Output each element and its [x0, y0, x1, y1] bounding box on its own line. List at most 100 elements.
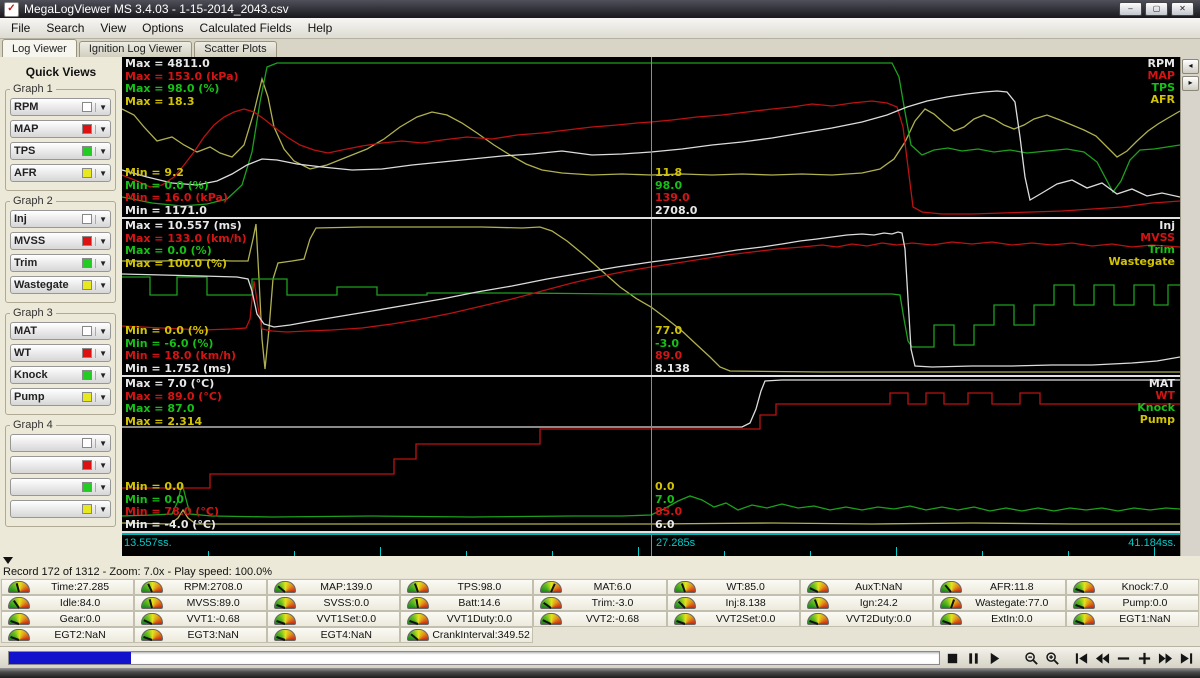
button-step-minus[interactable]: [1115, 650, 1131, 666]
channel-selector-afr[interactable]: AFR ▼: [10, 164, 111, 182]
quickviews-title: Quick Views: [25, 65, 97, 79]
min-label: Min = -4.0 (°C): [125, 517, 216, 531]
scrollbar-arrow-bottom[interactable]: ▸: [1182, 76, 1199, 91]
chevron-down-icon: ▼: [95, 258, 107, 268]
menu-item-view[interactable]: View: [92, 19, 134, 37]
group-label: Graph 4: [10, 419, 56, 431]
gauge-readout: VVT1:-0.68: [186, 613, 240, 625]
button-pause[interactable]: [965, 650, 981, 666]
main-area: Quick Views Graph 1 RPM ▼ MAP ▼ TPS ▼ AFR ▼ Graph…: [0, 57, 1200, 556]
time-axis[interactable]: 13.557ss. 27.285s 41.184ss.: [122, 533, 1180, 556]
tab-log-viewer[interactable]: Log Viewer: [2, 39, 77, 57]
group-graph-1: Graph 1 RPM ▼ MAP ▼ TPS ▼ AFR ▼: [5, 83, 116, 191]
cursor-values: 77.0 -3.0 89.0 8.138: [655, 324, 690, 375]
channel-selector-empty[interactable]: ▼: [10, 434, 111, 452]
tab-scatter-plots[interactable]: Scatter Plots: [194, 41, 277, 57]
gauge-dial-icon: [8, 581, 30, 593]
channel-color-chip: [82, 348, 93, 358]
menu-item-file[interactable]: File: [3, 19, 38, 37]
gauge-wt: WT:85.0: [666, 579, 800, 595]
cursor-value: 77.0: [655, 324, 683, 337]
transport-controls: [944, 650, 1194, 666]
button-step-plus[interactable]: [1136, 650, 1152, 666]
channel-color-chip: [82, 168, 93, 178]
channel-label: WT: [14, 347, 32, 359]
tab-bar: Log Viewer Ignition Log Viewer Scatter Plo…: [0, 39, 1200, 58]
gauge-needle: [148, 599, 154, 609]
channel-selector-empty[interactable]: ▼: [10, 500, 111, 518]
button-stop[interactable]: [944, 650, 960, 666]
channel-label: TPS: [14, 145, 36, 157]
menu-item-search[interactable]: Search: [38, 19, 92, 37]
channel-selector-inj[interactable]: Inj ▼: [10, 210, 111, 228]
gauge-needle: [147, 583, 154, 593]
gauge-readout: AuxT:NaN: [855, 581, 903, 593]
channel-selector-trim[interactable]: Trim ▼: [10, 254, 111, 272]
scrollbar-arrow-top[interactable]: ◂: [1182, 59, 1199, 74]
gauge-readout: Time:27.285: [51, 581, 110, 593]
channel-label: MAP: [14, 123, 39, 135]
close-button[interactable]: ✕: [1171, 2, 1194, 16]
gauge-svss: SVSS:0.0: [267, 595, 401, 611]
gauge-extin: ExtIn:0.0: [932, 611, 1066, 627]
gauge-readout: MAT:6.0: [593, 581, 632, 593]
channel-selector-pump[interactable]: Pump ▼: [10, 388, 111, 406]
button-fast-forward[interactable]: [1157, 650, 1173, 666]
gauge-readout: TPS:98.0: [457, 581, 502, 593]
button-play[interactable]: [986, 650, 1002, 666]
channel-selector-empty[interactable]: ▼: [10, 478, 111, 496]
gauge-gear: Gear:0.0: [1, 611, 135, 627]
chevron-down-icon: ▼: [95, 482, 107, 492]
gauge-dial-icon: [274, 613, 297, 625]
gauge-crankinterval: CrankInterval:349.52: [400, 627, 534, 643]
menu-item-calculated-fields[interactable]: Calculated Fields: [192, 19, 300, 37]
cursor-values: 11.8 98.0 139.0 2708.0: [655, 166, 697, 217]
max-label: Max = 18.3: [125, 94, 195, 108]
button-zoom-out[interactable]: [1023, 650, 1039, 666]
button-rewind[interactable]: [1094, 650, 1110, 666]
vertical-scrollbar[interactable]: ◂ ▸: [1180, 57, 1200, 556]
min-label: Min = 1.752 (ms): [125, 361, 232, 375]
channel-selector-wt[interactable]: WT ▼: [10, 344, 111, 362]
gauge-needle: [276, 603, 286, 609]
channel-selector-rpm[interactable]: RPM ▼: [10, 98, 111, 116]
channel-label: Trim: [14, 257, 38, 269]
channel-label: Wastegate: [14, 279, 69, 291]
channel-selector-tps[interactable]: TPS ▼: [10, 142, 111, 160]
gauge-needle: [1075, 587, 1085, 593]
cursor-line: [651, 57, 652, 217]
maximize-button[interactable]: ▢: [1145, 2, 1168, 16]
gauge-dial-icon: [540, 613, 563, 625]
channel-selector-knock[interactable]: Knock ▼: [10, 366, 111, 384]
gauge-needle: [809, 587, 819, 593]
channel-selector-map[interactable]: MAP ▼: [10, 120, 111, 138]
button-skip-start[interactable]: [1073, 650, 1089, 666]
title-bar: ✓ MegaLogViewer MS 3.4.03 - 1-15-2014_20…: [0, 0, 1200, 18]
channel-selector-mvss[interactable]: MVSS ▼: [10, 232, 111, 250]
max-labels: Max = 10.557 (ms) Max = 133.0 (km/h) Max =…: [125, 219, 247, 270]
graph-1[interactable]: Max = 4811.0 Max = 153.0 (kPa) Max = 98.0 …: [122, 57, 1180, 219]
graph-3[interactable]: Max = 7.0 (°C) Max = 89.0 (°C) Max = 87.0 M…: [122, 377, 1180, 533]
tab-ignition-log-viewer[interactable]: Ignition Log Viewer: [78, 41, 193, 57]
graph-2[interactable]: Max = 10.557 (ms) Max = 133.0 (km/h) Max =…: [122, 219, 1180, 377]
minimize-button[interactable]: –: [1119, 2, 1142, 16]
cursor-line: [651, 219, 652, 375]
menu-item-options[interactable]: Options: [134, 19, 191, 37]
menu-item-help[interactable]: Help: [300, 19, 341, 37]
playback-progress-fill: [9, 652, 131, 664]
gauge-batt: Batt:14.6: [400, 595, 534, 611]
channel-selector-wastegate[interactable]: Wastegate ▼: [10, 276, 111, 294]
time-tick: [380, 547, 381, 556]
channel-selector-mat[interactable]: MAT ▼: [10, 322, 111, 340]
chevron-down-icon: ▼: [95, 370, 107, 380]
max-label: Max = 4811.0: [125, 57, 210, 70]
button-zoom-in[interactable]: [1044, 650, 1060, 666]
channel-selector-empty[interactable]: ▼: [10, 456, 111, 474]
gauge-needle: [143, 619, 153, 625]
chevron-down-icon: ▼: [95, 438, 107, 448]
playback-progress-bar[interactable]: [8, 651, 940, 665]
gauge-vvt1duty: VVT1Duty:0.0: [400, 611, 534, 627]
channel-color-chip: [82, 258, 93, 268]
channel-label: Pump: [14, 391, 45, 403]
button-skip-end[interactable]: [1178, 650, 1194, 666]
